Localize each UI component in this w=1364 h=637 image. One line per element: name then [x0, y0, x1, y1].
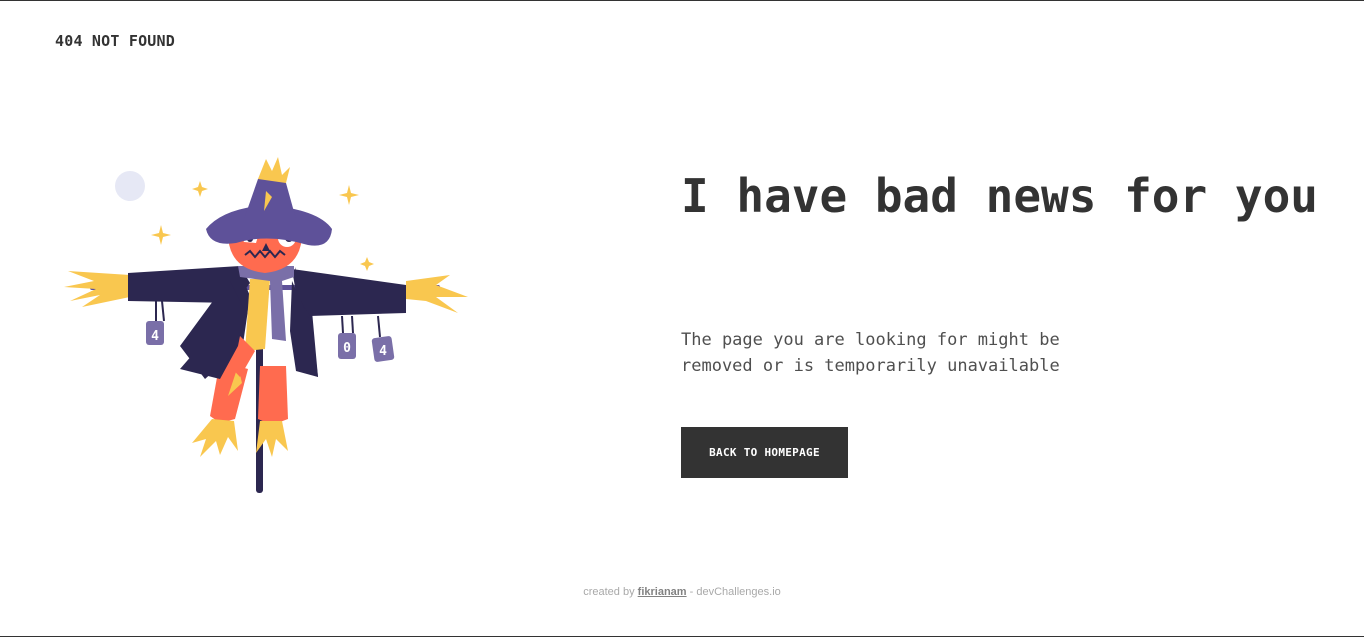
footer-prefix: created by: [583, 586, 635, 598]
back-to-homepage-button[interactable]: BACK TO HOMEPAGE: [681, 427, 848, 478]
scarecrow-hat: [206, 157, 332, 246]
footer-credit: created by fikrianam - devChallenges.io: [0, 586, 1364, 598]
can-right: 4: [371, 315, 395, 362]
can-left-label: 4: [151, 329, 159, 344]
brand-title: 404 NOT FOUND: [55, 32, 175, 50]
can-middle-label: 0: [343, 341, 351, 356]
can-left: 4: [146, 300, 165, 345]
moon-icon: [115, 171, 145, 201]
error-description: The page you are looking for might be re…: [681, 330, 1060, 376]
error-headline: I have bad news for you: [681, 169, 1318, 223]
straw-left-hand: [64, 271, 130, 307]
straw-left-foot: [192, 419, 238, 457]
straw-right-hand: [406, 275, 468, 313]
can-right-label: 4: [379, 344, 387, 359]
can-middle: 0: [338, 315, 356, 359]
scarecrow-illustration: 4 0 4: [64, 157, 468, 493]
author-link[interactable]: fikrianam: [638, 586, 687, 598]
footer-suffix: - devChallenges.io: [689, 586, 781, 598]
